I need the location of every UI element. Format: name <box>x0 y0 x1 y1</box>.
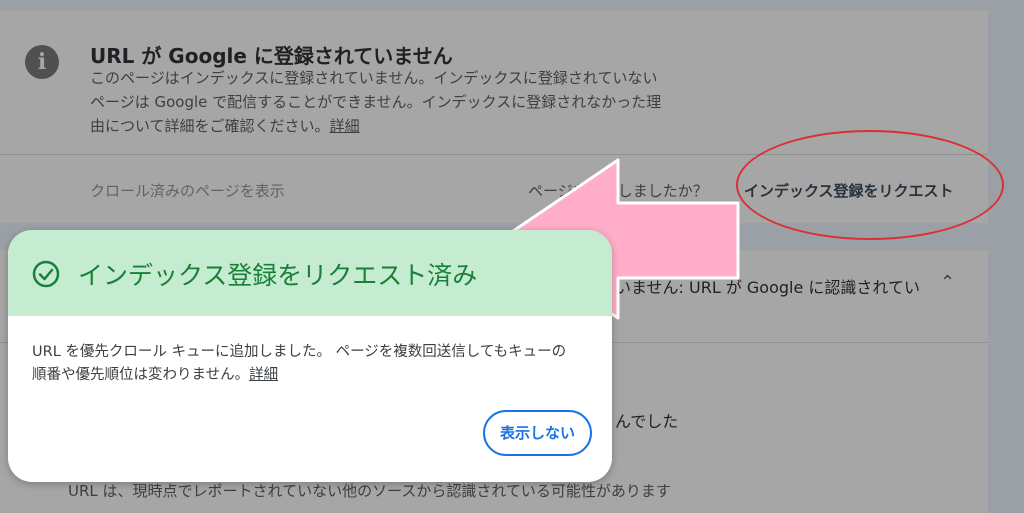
status-description-line: このページはインデックスに登録されていません。インデックスに登録されていない <box>90 69 658 87</box>
page-changed-question: ページを変更しましたか？ <box>528 182 708 200</box>
view-crawled-page-button[interactable]: クロール済みのページを表示 <box>90 180 285 201</box>
status-description-line: 由について詳細をご確認ください。詳細 <box>90 114 715 138</box>
info-icon: i <box>25 45 59 79</box>
learn-more-link[interactable]: 詳細 <box>330 117 360 135</box>
coverage-status: んでした <box>615 412 679 431</box>
dialog-message: URL を優先クロール キューに追加しました。 ページを複数回送信してもキューの… <box>32 341 592 387</box>
highlight-ellipse <box>736 130 1004 240</box>
check-circle-icon <box>32 260 60 288</box>
dialog-header: インデックス登録をリクエスト済み <box>8 230 612 316</box>
dialog-message-text: 順番や優先順位は変わりません。 <box>32 367 250 383</box>
coverage-detail: URL は、現時点でレポートされていない他のソースから認識されている可能性があり… <box>68 482 671 500</box>
coverage-heading: いません: URL が Google に認識されてい <box>615 278 920 297</box>
dialog-learn-more-link[interactable]: 詳細 <box>249 367 278 383</box>
status-description: このページはインデックスに登録されていません。インデックスに登録されていない ペ… <box>90 66 715 138</box>
dismiss-button[interactable]: 表示しない <box>483 410 592 456</box>
request-success-dialog: インデックス登録をリクエスト済み URL を優先クロール キューに追加しました。… <box>8 230 612 482</box>
status-title: URL が Google に登録されていません <box>90 44 453 68</box>
dialog-message-line: 順番や優先順位は変わりません。詳細 <box>32 364 592 387</box>
status-description-text: 由について詳細をご確認ください。 <box>90 117 330 135</box>
dialog-message-line: URL を優先クロール キューに追加しました。 ページを複数回送信してもキューの <box>32 344 567 360</box>
chevron-up-icon[interactable]: ⌃ <box>940 272 955 293</box>
status-description-line: ページは Google で配信することができません。インデックスに登録されなかっ… <box>90 93 662 111</box>
dialog-title: インデックス登録をリクエスト済み <box>78 261 478 290</box>
